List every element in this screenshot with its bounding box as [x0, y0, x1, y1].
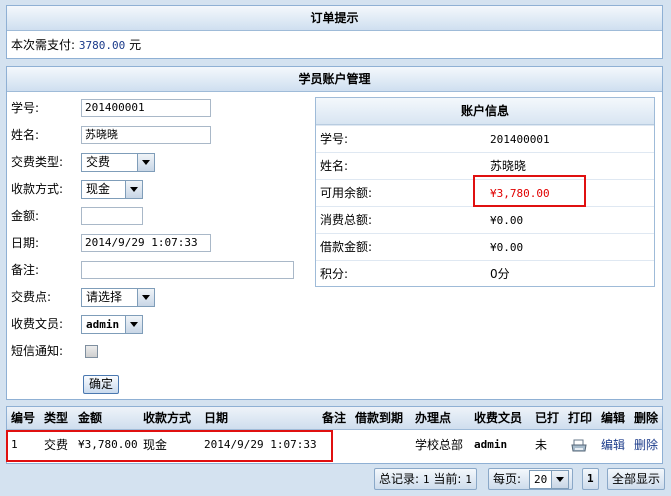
- clerk-label: 收费文员:: [11, 317, 64, 331]
- info-key: 学号:: [320, 132, 349, 146]
- cell-clerk: admin: [474, 438, 508, 451]
- col-header: 已打: [535, 411, 560, 425]
- info-key: 消费总额:: [320, 213, 373, 227]
- account-info-title: 账户信息: [316, 98, 654, 125]
- info-key: 积分:: [320, 267, 349, 281]
- col-header: 金额: [78, 411, 103, 425]
- current-label: 当前:: [433, 472, 462, 486]
- sms-checkbox[interactable]: [85, 345, 98, 358]
- col-header: 类型: [44, 411, 69, 425]
- total-label: 总记录:: [379, 472, 420, 486]
- date-row: 日期: 2014/9/29 1:07:33: [7, 232, 307, 254]
- remark-input[interactable]: [81, 261, 294, 279]
- student-no-label: 学号:: [11, 101, 40, 115]
- page-1-button[interactable]: 1: [582, 468, 599, 490]
- col-header: 收费文员: [474, 411, 523, 425]
- show-all-button[interactable]: 全部显示: [607, 468, 666, 490]
- name-input[interactable]: 苏晓晓: [81, 126, 211, 144]
- remark-label: 备注:: [11, 263, 40, 277]
- remark-row: 备注:: [7, 259, 307, 281]
- pager-info: 总记录: 1 当前: 1: [374, 468, 477, 490]
- fee-type-select[interactable]: 交费: [81, 153, 155, 172]
- pay-method-select[interactable]: 现金: [81, 180, 143, 199]
- clerk-row: 收费文员: admin: [7, 313, 307, 335]
- record-highlight: [6, 430, 333, 462]
- pay-line: 本次需支付: 3780.00 元: [11, 36, 141, 53]
- date-label: 日期:: [11, 236, 40, 250]
- info-row-points: 积分: 0分: [316, 260, 654, 288]
- info-value: 201400001: [490, 133, 550, 146]
- clerk-select[interactable]: admin: [81, 315, 143, 334]
- col-header: 办理点: [415, 411, 452, 425]
- pay-amount: 3780.00: [78, 39, 126, 52]
- cell-printed: 未: [535, 438, 548, 452]
- fee-type-label: 交费类型:: [11, 155, 64, 169]
- student-no-row: 学号: 201400001: [7, 97, 307, 119]
- col-header: 日期: [204, 411, 229, 425]
- fee-type-row: 交费类型: 交费: [7, 151, 307, 173]
- amount-input[interactable]: [81, 207, 143, 225]
- info-row-loan: 借款金额: ¥0.00: [316, 233, 654, 261]
- pay-method-row: 收款方式: 现金: [7, 178, 307, 200]
- per-page-label: 每页:: [493, 472, 522, 486]
- chevron-down-icon[interactable]: [551, 471, 568, 488]
- name-row: 姓名: 苏晓晓: [7, 124, 307, 146]
- date-input[interactable]: 2014/9/29 1:07:33: [81, 234, 211, 252]
- pay-label: 本次需支付:: [11, 38, 76, 52]
- fee-type-value: 交费: [86, 155, 111, 169]
- cell-office: 学校总部: [415, 438, 464, 452]
- chevron-down-icon[interactable]: [125, 316, 142, 333]
- order-tip-title: 订单提示: [7, 6, 662, 31]
- per-page-box: 每页: 20: [488, 468, 573, 490]
- chevron-down-icon[interactable]: [137, 289, 154, 306]
- pay-point-select[interactable]: 请选择: [81, 288, 155, 307]
- current-value: 1: [465, 473, 472, 486]
- name-label: 姓名:: [11, 128, 40, 142]
- chevron-down-icon[interactable]: [125, 181, 142, 198]
- student-no-input[interactable]: 201400001: [81, 99, 211, 117]
- col-header: 删除: [634, 411, 659, 425]
- printer-icon[interactable]: [571, 432, 587, 458]
- info-key: 可用余额:: [320, 186, 373, 200]
- pay-point-row: 交费点: 请选择: [7, 286, 307, 308]
- sms-row: 短信通知:: [7, 340, 307, 362]
- info-key: 姓名:: [320, 159, 349, 173]
- pay-method-value: 现金: [86, 182, 111, 196]
- order-tip-panel: 订单提示 本次需支付: 3780.00 元: [6, 5, 663, 59]
- info-key: 借款金额:: [320, 240, 373, 254]
- col-header: 备注: [322, 411, 347, 425]
- info-value: ¥0.00: [490, 214, 524, 227]
- total-value: 1: [422, 473, 430, 486]
- delete-link[interactable]: 删除: [634, 432, 658, 458]
- clerk-value: admin: [86, 318, 120, 331]
- info-row-student-no: 学号: 201400001: [316, 125, 654, 153]
- pay-method-label: 收款方式:: [11, 182, 64, 196]
- chevron-down-icon[interactable]: [137, 154, 154, 171]
- pay-point-label: 交费点:: [11, 290, 52, 304]
- table-header: 编号 类型 金额 收款方式 日期 备注 借款到期 办理点 收费文员 已打 打印 …: [7, 407, 662, 430]
- account-mgmt-title: 学员账户管理: [7, 67, 662, 92]
- info-value: ¥0.00: [490, 241, 524, 254]
- pay-unit: 元: [129, 38, 142, 52]
- col-header: 编号: [11, 411, 36, 425]
- col-header: 借款到期: [355, 411, 404, 425]
- account-mgmt-panel: 学员账户管理 学号: 201400001 姓名: 苏晓晓 交费类型: 交费 收款…: [6, 66, 663, 400]
- col-header: 打印: [568, 411, 593, 425]
- col-header: 收款方式: [143, 411, 192, 425]
- col-header: 编辑: [601, 411, 626, 425]
- amount-label: 金额:: [11, 209, 40, 223]
- confirm-button[interactable]: 确定: [83, 375, 120, 394]
- per-page-select[interactable]: 20: [529, 470, 569, 489]
- edit-link[interactable]: 编辑: [601, 432, 625, 458]
- info-value: 0分: [490, 267, 510, 281]
- info-row-total-spent: 消费总额: ¥0.00: [316, 206, 654, 234]
- per-page-value: 20: [534, 473, 548, 486]
- balance-highlight: [473, 175, 586, 207]
- pay-point-value: 请选择: [86, 290, 123, 304]
- amount-row: 金额:: [7, 205, 307, 227]
- sms-label: 短信通知:: [11, 344, 64, 358]
